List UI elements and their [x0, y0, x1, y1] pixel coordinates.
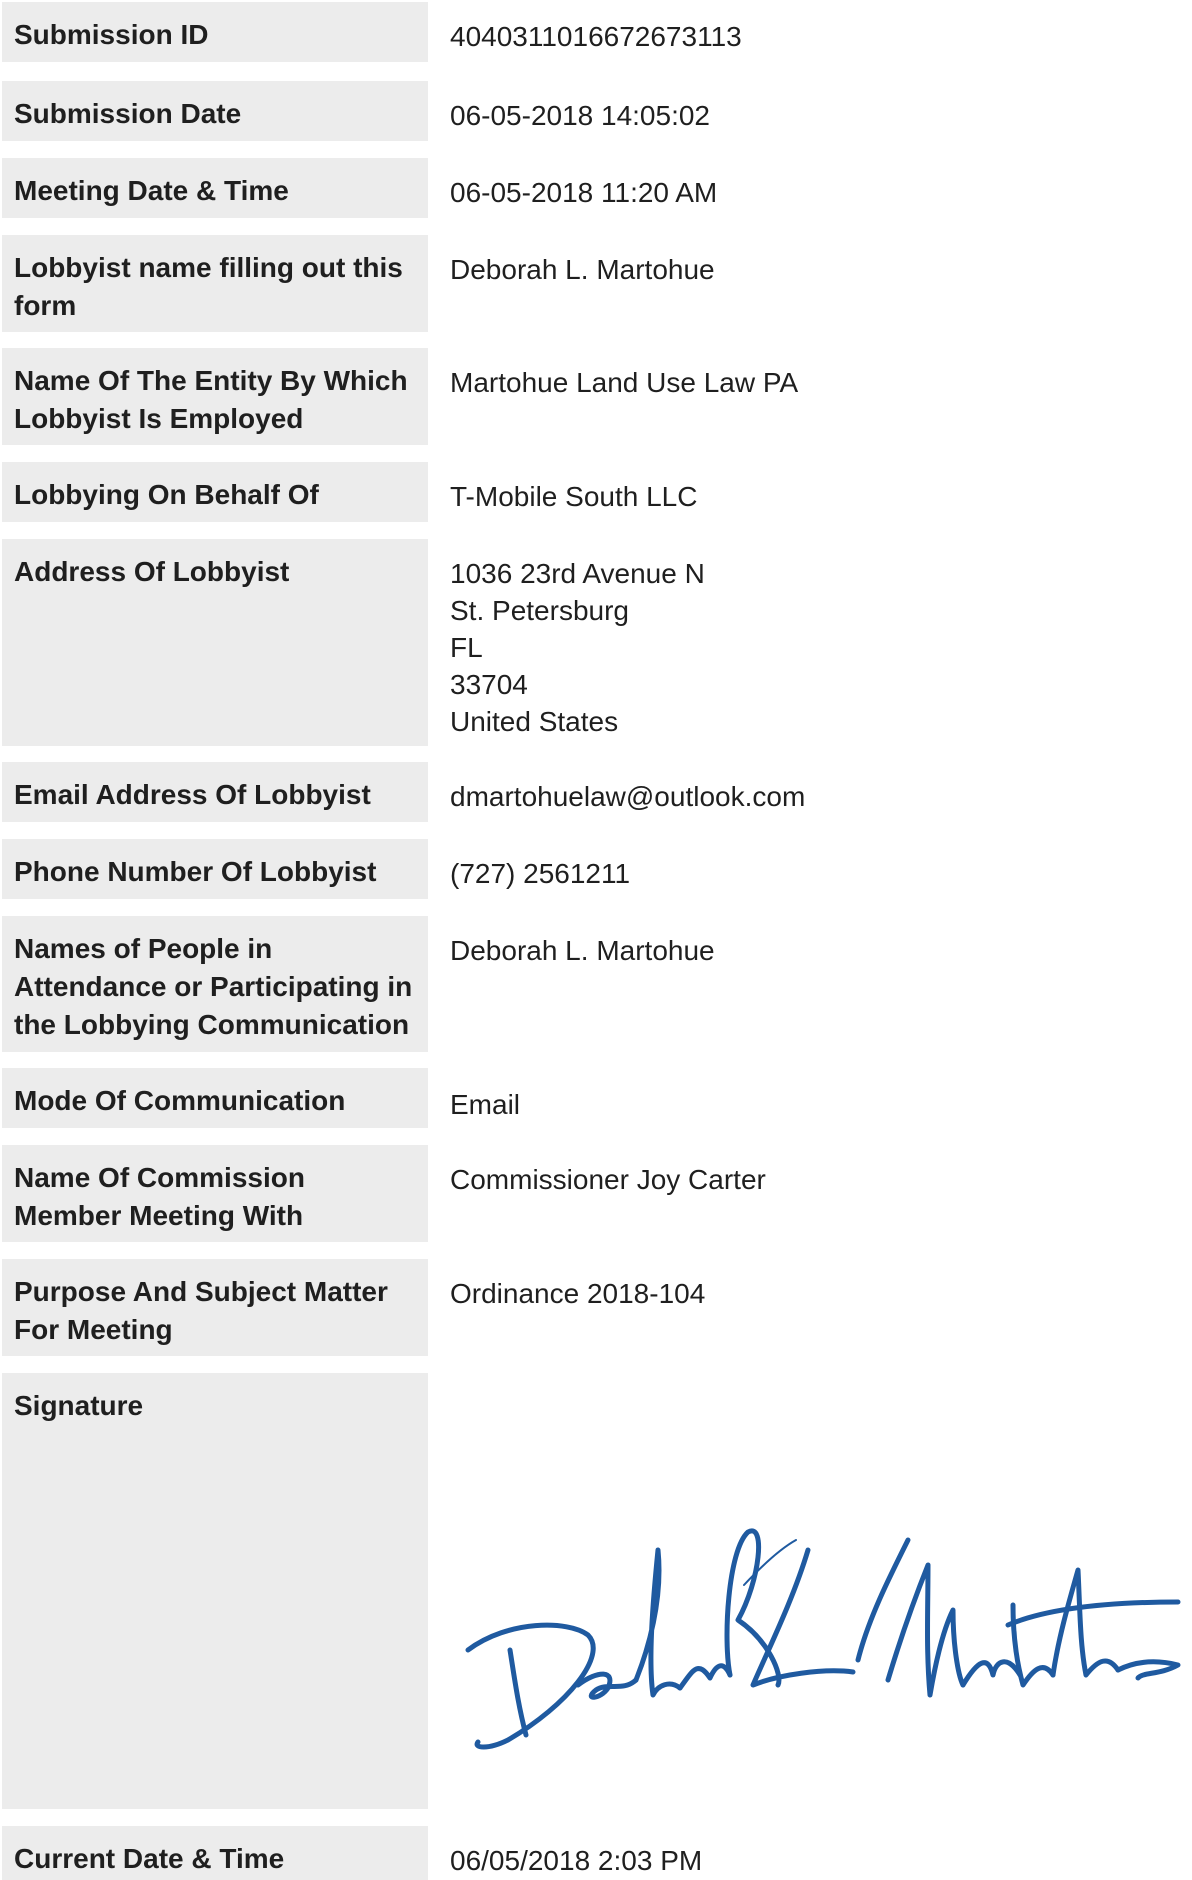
field-value-address: 1036 23rd Avenue N St. Petersburg FL 337…: [450, 539, 1172, 740]
field-value: 06-05-2018 14:05:02: [450, 100, 710, 131]
field-label: Submission Date: [2, 81, 428, 141]
field-value: Deborah L. Martohue: [450, 254, 715, 285]
field-value: 4040311016672673113: [450, 21, 742, 52]
field-label: Lobbying On Behalf Of: [2, 462, 428, 522]
field-label: Meeting Date & Time: [2, 158, 428, 218]
field-value: Ordinance 2018-104: [450, 1278, 706, 1309]
field-row-current-date-time: Current Date & Time 06/05/2018 2:03 PM: [0, 1826, 1192, 1880]
field-row-submission-id: Submission ID 4040311016672673113: [0, 2, 1192, 62]
field-label: Email Address Of Lobbyist: [2, 762, 428, 822]
field-label: Signature: [2, 1373, 428, 1809]
field-value: 06/05/2018 2:03 PM: [450, 1845, 703, 1876]
field-value: Deborah L. Martohue: [450, 935, 715, 966]
field-row-mode-of-communication: Mode Of Communication Email: [0, 1068, 1192, 1128]
field-label: Name Of Commission Member Meeting With: [2, 1145, 428, 1242]
field-row-employing-entity: Name Of The Entity By Which Lobbyist Is …: [0, 348, 1192, 445]
field-label: Current Date & Time: [2, 1826, 428, 1880]
address-street: 1036 23rd Avenue N: [450, 558, 705, 589]
address-country: United States: [450, 706, 619, 737]
field-label: Names of People in Attendance or Partici…: [2, 916, 428, 1052]
field-label: Mode Of Communication: [2, 1068, 428, 1128]
field-label: Lobbyist name filling out this form: [2, 235, 428, 332]
field-value: (727) 2561211: [450, 858, 631, 889]
address-city: St. Petersburg: [450, 595, 629, 626]
field-row-phone: Phone Number Of Lobbyist (727) 2561211: [0, 839, 1192, 899]
field-label: Purpose And Subject Matter For Meeting: [2, 1259, 428, 1356]
field-label: Address Of Lobbyist: [2, 539, 428, 746]
address-zip: 33704: [450, 669, 528, 700]
field-label: Name Of The Entity By Which Lobbyist Is …: [2, 348, 428, 445]
field-row-lobbyist-name: Lobbyist name filling out this form Debo…: [0, 235, 1192, 332]
field-row-submission-date: Submission Date 06-05-2018 14:05:02: [0, 81, 1192, 141]
field-value: Commissioner Joy Carter: [450, 1164, 766, 1195]
field-row-address: Address Of Lobbyist 1036 23rd Avenue N S…: [0, 539, 1192, 746]
field-row-purpose: Purpose And Subject Matter For Meeting O…: [0, 1259, 1192, 1356]
field-value: Email: [450, 1089, 521, 1120]
field-row-meeting-date-time: Meeting Date & Time 06-05-2018 11:20 AM: [0, 158, 1192, 218]
field-row-email: Email Address Of Lobbyist dmartohuelaw@o…: [0, 762, 1192, 822]
field-value: Martohue Land Use Law PA: [450, 367, 799, 398]
field-row-commission-member: Name Of Commission Member Meeting With C…: [0, 1145, 1192, 1242]
field-value: dmartohuelaw@outlook.com: [450, 781, 806, 812]
field-row-on-behalf-of: Lobbying On Behalf Of T-Mobile South LLC: [0, 462, 1192, 522]
signature-image: [448, 1510, 1192, 1770]
field-label: Phone Number Of Lobbyist: [2, 839, 428, 899]
field-label: Submission ID: [2, 2, 428, 62]
address-state: FL: [450, 632, 483, 663]
field-row-attendees: Names of People in Attendance or Partici…: [0, 916, 1192, 1052]
field-value: T-Mobile South LLC: [450, 481, 698, 512]
field-value: 06-05-2018 11:20 AM: [450, 177, 718, 208]
